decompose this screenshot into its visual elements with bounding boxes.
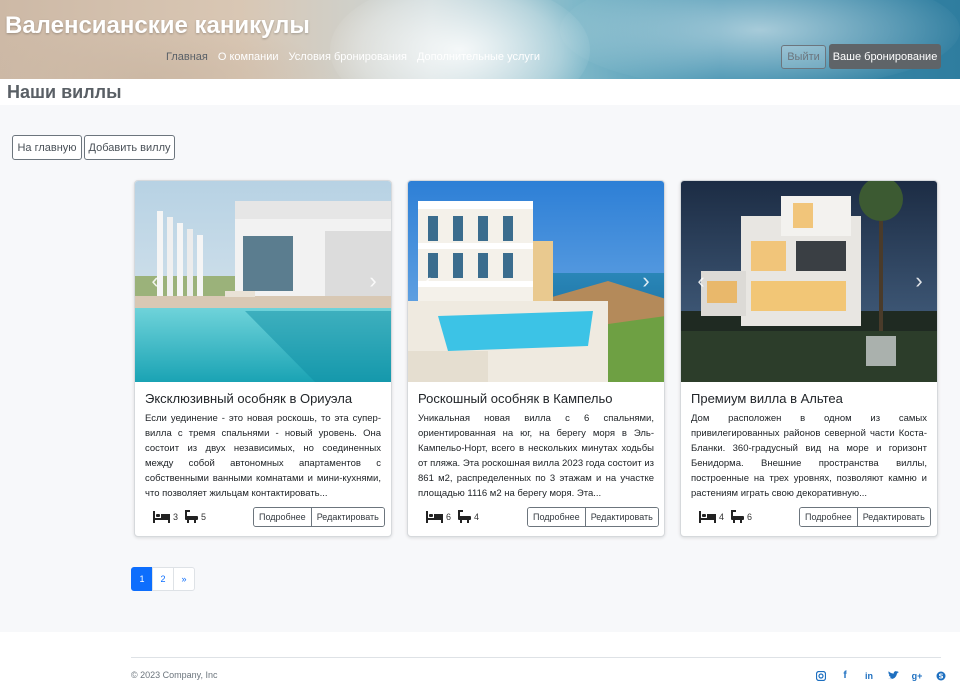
page-1-link[interactable]: 1 xyxy=(131,567,153,591)
carousel-prev-icon[interactable]: ‹ xyxy=(147,269,163,293)
linkedin-icon[interactable]: in xyxy=(862,669,876,682)
twitter-icon[interactable] xyxy=(886,669,900,682)
bed-icon xyxy=(426,510,443,523)
nav-about[interactable]: О компании xyxy=(218,51,279,63)
instagram-icon[interactable] xyxy=(814,669,828,682)
bed-icon xyxy=(699,510,716,523)
card-actions: Подробнее Редактировать xyxy=(527,507,659,527)
edit-button[interactable]: Редактировать xyxy=(856,508,930,526)
bedrooms-count: 4 xyxy=(719,511,725,522)
details-button[interactable]: Подробнее xyxy=(800,508,857,526)
villa-features: 4 6 xyxy=(699,510,752,523)
villa-description: Дом расположен в одном из самых привилег… xyxy=(691,413,927,499)
pagination: 1 2 » xyxy=(131,567,195,591)
carousel-prev-icon[interactable]: ‹ xyxy=(693,269,709,293)
skype-icon[interactable]: S xyxy=(934,669,948,682)
nav-home[interactable]: Главная xyxy=(166,51,208,63)
google-plus-icon[interactable]: g+ xyxy=(910,669,924,682)
bathrooms-count: 6 xyxy=(747,511,753,522)
footer-copyright: © 2023 Company, Inc xyxy=(131,670,218,680)
bath-icon xyxy=(185,510,199,523)
add-villa-button[interactable]: Добавить виллу xyxy=(84,135,175,160)
villa-photo-carousel[interactable]: ‹ › xyxy=(135,181,391,382)
villa-title: Роскошный особняк в Кампельо xyxy=(418,391,613,406)
villa-photo xyxy=(681,181,937,382)
home-button[interactable]: На главную xyxy=(12,135,82,160)
social-links: f in g+ S xyxy=(814,669,948,682)
hero-wave-foam xyxy=(330,0,590,79)
carousel-prev-icon[interactable]: ‹ xyxy=(420,269,436,293)
page-2-link[interactable]: 2 xyxy=(152,567,174,591)
bathrooms-count: 5 xyxy=(201,511,207,522)
villa-card: ‹ › Эксклюзивный особняк в Ориуэла Если … xyxy=(134,180,392,537)
villa-photo xyxy=(408,181,664,382)
villa-photo-carousel[interactable]: ‹ › xyxy=(408,181,664,382)
villa-photo xyxy=(135,181,391,382)
carousel-next-icon[interactable]: › xyxy=(365,269,381,293)
top-nav: Главная О компании Условия бронирования … xyxy=(166,51,540,63)
nav-booking-terms[interactable]: Условия бронирования xyxy=(289,51,407,63)
bathrooms-count: 4 xyxy=(474,511,480,522)
card-actions: Подробнее Редактировать xyxy=(253,507,385,527)
svg-text:S: S xyxy=(938,672,943,680)
villa-features: 6 4 xyxy=(426,510,479,523)
edit-button[interactable]: Редактировать xyxy=(584,508,658,526)
villa-title: Эксклюзивный особняк в Ориуэла xyxy=(145,391,353,406)
villa-photo-carousel[interactable]: ‹ › xyxy=(681,181,937,382)
carousel-next-icon[interactable]: › xyxy=(638,269,654,293)
villa-title: Премиум вилла в Альтеа xyxy=(691,391,843,406)
my-booking-button[interactable]: Ваше бронирование xyxy=(829,44,941,69)
carousel-next-icon[interactable]: › xyxy=(911,269,927,293)
next-page-link[interactable]: » xyxy=(173,567,195,591)
villa-card: ‹ › Премиум вилла в Альтеа Дом расположе… xyxy=(680,180,938,537)
logout-button[interactable]: Выйти xyxy=(781,45,826,69)
details-button[interactable]: Подробнее xyxy=(254,508,311,526)
details-button[interactable]: Подробнее xyxy=(528,508,585,526)
hero-header: Валенсианские каникулы Главная О компани… xyxy=(0,0,960,79)
villa-description: Уникальная новая вилла с 6 спальнями, ор… xyxy=(418,413,654,499)
bedrooms-count: 6 xyxy=(446,511,452,522)
edit-button[interactable]: Редактировать xyxy=(310,508,384,526)
bed-icon xyxy=(153,510,170,523)
villa-description: Если уединение - это новая роскошь, то э… xyxy=(145,413,381,499)
card-actions: Подробнее Редактировать xyxy=(799,507,931,527)
nav-extra-services[interactable]: Дополнительные услуги xyxy=(417,51,540,63)
villa-card: ‹ › Роскошный особняк в Кампельо Уникаль… xyxy=(407,180,665,537)
villa-features: 3 5 xyxy=(153,510,206,523)
site-brand[interactable]: Валенсианские каникулы xyxy=(5,12,310,40)
facebook-icon[interactable]: f xyxy=(838,669,852,682)
page-title: Наши виллы xyxy=(7,82,122,102)
bath-icon xyxy=(731,510,745,523)
footer-divider xyxy=(131,657,941,658)
bedrooms-count: 3 xyxy=(173,511,179,522)
bath-icon xyxy=(458,510,472,523)
